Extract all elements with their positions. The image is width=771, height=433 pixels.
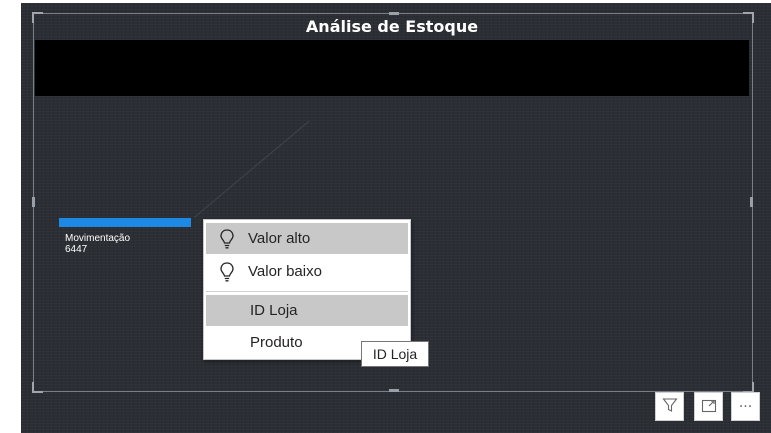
expand-context-menu: Valor alto Valor baixo ID Loja Produto [203,219,411,360]
more-options-button[interactable]: ··· [731,392,760,421]
lightbulb-icon [218,228,236,250]
tooltip: ID Loja [361,341,429,367]
lightbulb-icon [218,261,236,283]
resize-handle-bottom-left[interactable] [32,382,43,393]
menu-item-valor-baixo[interactable]: Valor baixo [206,256,408,287]
bar-label-name: Movimentação [65,233,131,244]
more-options-icon: ··· [738,398,753,415]
menu-item-label: Produto [250,334,303,351]
decomposition-bar[interactable] [59,218,191,227]
bar-label: Movimentação 6447 [65,233,130,255]
resize-handle-left[interactable] [32,197,35,207]
report-canvas: Análise de Estoque Movimentação 6447 Val… [21,3,771,433]
resize-handle-right[interactable] [750,197,753,207]
menu-item-valor-alto[interactable]: Valor alto [206,223,408,254]
visual-header-block [35,40,749,96]
menu-item-label: Valor alto [248,230,311,247]
menu-item-label: ID Loja [250,302,298,319]
bar-label-value: 6447 [65,244,88,255]
visual-title: Análise de Estoque [305,17,479,36]
focus-mode-button[interactable] [694,392,723,421]
filter-button[interactable] [655,392,684,421]
filter-icon [661,397,678,417]
menu-item-id-loja[interactable]: ID Loja [206,295,408,326]
focus-mode-icon [701,397,717,417]
resize-handle-bottom[interactable] [389,389,399,392]
menu-separator [206,291,408,292]
resize-handle-top[interactable] [389,12,399,15]
menu-item-label: Valor baixo [248,263,322,280]
